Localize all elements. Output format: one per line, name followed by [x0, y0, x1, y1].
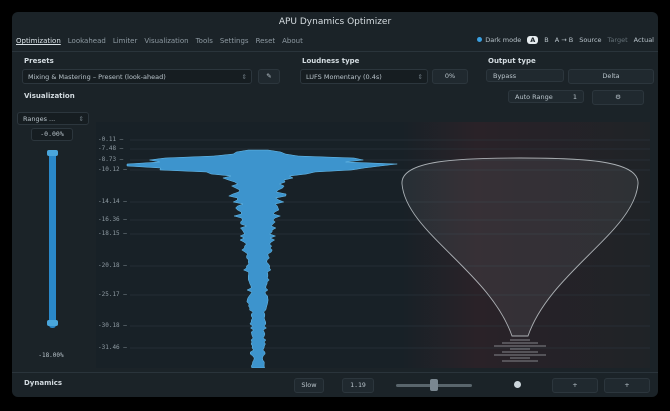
loudness-value: LUFS Momentary (0.4s) — [306, 73, 382, 81]
y-axis-tick: -0.11 – — [98, 136, 124, 143]
visualization-area — [96, 122, 650, 369]
visualization-heading: Visualization — [24, 92, 75, 100]
visualization-settings-button[interactable]: ⚙ — [592, 90, 644, 105]
menu-item-lookahead[interactable]: Lookahead — [68, 37, 106, 45]
y-axis-tick: -10.12 – — [98, 166, 127, 173]
y-axis-tick: -7.48 – — [98, 145, 124, 152]
y-axis-tick: -30.18 – — [98, 322, 127, 329]
y-axis-tick: -8.73 – — [98, 156, 124, 163]
y-axis-tick: -18.15 – — [98, 230, 127, 237]
dynamics-heading: Dynamics — [24, 379, 63, 387]
y-axis-tick: -31.46 – — [98, 344, 127, 351]
visualization-plot — [126, 122, 650, 369]
a-button[interactable]: A — [527, 36, 539, 44]
gear-icon: ⚙ — [615, 93, 621, 101]
menu-item-visualization[interactable]: Visualization — [144, 37, 188, 45]
range-slider-track[interactable] — [49, 150, 56, 328]
chevron-updown-icon: ⇕ — [78, 115, 84, 123]
auto-range-value: 1 — [572, 93, 577, 101]
auto-range-control[interactable]: Auto Range 1 — [508, 90, 584, 103]
record-dot-icon[interactable] — [514, 381, 521, 388]
top-right-controls: Dark mode A B A → B Source Target Actual — [477, 36, 654, 44]
source-waveform — [126, 149, 398, 369]
output-bypass-button[interactable]: Bypass — [486, 69, 564, 82]
range-panel: Ranges ... ⇕ -0.00% -18.00% — [17, 112, 89, 370]
menu-item-tools[interactable]: Tools — [196, 37, 213, 45]
menu-item-reset[interactable]: Reset — [256, 37, 276, 45]
pencil-icon: ✎ — [266, 72, 272, 80]
menu-items: Optimization Lookahead Limiter Visualizatio… — [16, 37, 303, 45]
window-title: APU Dynamics Optimizer — [278, 17, 392, 27]
dynamics-slider-thumb[interactable] — [430, 379, 438, 391]
y-axis-tick: -25.17 – — [98, 291, 127, 298]
auto-range-label: Auto Range — [515, 93, 553, 101]
menu-item-limiter[interactable]: Limiter — [113, 37, 138, 45]
radio-dot-icon — [477, 37, 483, 42]
b-button[interactable]: B — [544, 36, 548, 44]
presets-value: Mixing & Mastering – Present (look-ahead… — [28, 73, 166, 81]
dark-mode-label: Dark mode — [485, 36, 522, 44]
presets-select[interactable]: Mixing & Mastering – Present (look-ahead… — [22, 69, 252, 84]
app-window: APU Dynamics Optimizer Optimization Looka… — [12, 12, 658, 397]
y-axis-tick: -14.14 – — [98, 198, 127, 205]
target-tab[interactable]: Target — [608, 36, 628, 44]
slow-button[interactable]: Slow — [294, 378, 324, 393]
range-slider-bottom-handle[interactable] — [47, 320, 58, 326]
presets-heading: Presets — [24, 57, 54, 65]
menu-item-about[interactable]: About — [282, 37, 303, 45]
menu-item-optimization[interactable]: Optimization — [16, 37, 61, 45]
add-button-2[interactable]: + — [604, 378, 650, 393]
add-button-1[interactable]: + — [552, 378, 598, 393]
dark-mode-toggle[interactable]: Dark mode — [477, 36, 521, 44]
range-bottom-value: -18.00% — [38, 352, 64, 359]
dynamics-value[interactable]: 1.19 — [342, 378, 374, 393]
output-delta-button[interactable]: Delta — [568, 69, 654, 84]
a-to-b-button[interactable]: A → B — [555, 36, 573, 44]
y-axis-tick: -20.18 – — [98, 262, 127, 269]
edit-preset-button[interactable]: ✎ — [258, 69, 280, 84]
menu-bar: Optimization Lookahead Limiter Visualizatio… — [12, 35, 658, 52]
menu-item-settings[interactable]: Settings — [220, 37, 249, 45]
dynamics-bar: Dynamics Slow 1.19 + + — [12, 372, 658, 397]
chevron-updown-icon: ⇕ — [417, 73, 423, 81]
ranges-label: Ranges ... — [23, 115, 56, 123]
source-tab[interactable]: Source — [579, 36, 601, 44]
range-top-value: -0.00% — [40, 130, 64, 138]
range-top-field[interactable]: -0.00% — [31, 128, 73, 141]
range-slider-top-handle[interactable] — [47, 150, 58, 156]
actual-tab[interactable]: Actual — [634, 36, 654, 44]
output-heading: Output type — [488, 57, 536, 65]
chevron-updown-icon: ⇕ — [241, 73, 247, 81]
y-axis-tick: -16.36 – — [98, 216, 127, 223]
loudness-extra-button[interactable]: 0% — [432, 69, 468, 84]
loudness-select[interactable]: LUFS Momentary (0.4s) ⇕ — [300, 69, 428, 84]
loudness-heading: Loudness type — [302, 57, 360, 65]
ranges-select[interactable]: Ranges ... ⇕ — [17, 112, 89, 125]
